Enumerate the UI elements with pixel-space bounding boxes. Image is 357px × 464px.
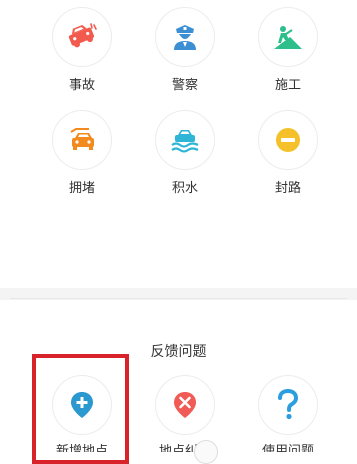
traffic-item-waterlogging[interactable]: 积水 <box>133 110 237 197</box>
traffic-item-label: 警察 <box>171 78 198 93</box>
road-closed-icon <box>276 128 300 152</box>
traffic-item-label: 事故 <box>68 78 95 93</box>
accident-icon-button[interactable] <box>52 7 112 67</box>
feedback-item-location-error[interactable]: 地点纠错 <box>133 375 237 452</box>
traffic-item-road-closed[interactable]: 封路 <box>236 110 340 197</box>
feedback-item-usage-question[interactable]: 使用问题 <box>236 375 340 452</box>
accident-car-icon <box>68 23 97 48</box>
question-icon-button[interactable] <box>258 375 318 435</box>
traffic-item-label: 拥堵 <box>68 181 95 196</box>
location-error-icon-button[interactable] <box>155 375 215 435</box>
traffic-item-label: 施工 <box>274 78 301 93</box>
feedback-item-label: 使用问题 <box>261 444 314 452</box>
waterlogging-car-icon <box>171 130 199 153</box>
traffic-item-construction[interactable]: 施工 <box>236 7 340 94</box>
congestion-car-icon <box>70 128 94 150</box>
highlight-box <box>32 354 129 464</box>
question-icon <box>278 389 299 420</box>
section-divider <box>0 288 357 300</box>
road-closed-icon-button[interactable] <box>258 110 318 170</box>
floating-assistive-button[interactable] <box>194 440 218 464</box>
traffic-item-police[interactable]: 警察 <box>133 7 237 94</box>
traffic-item-label: 积水 <box>171 181 198 196</box>
location-error-icon <box>174 392 196 418</box>
police-icon <box>174 25 196 50</box>
construction-icon <box>274 26 302 49</box>
construction-icon-button[interactable] <box>258 7 318 67</box>
traffic-item-accident[interactable]: 事故 <box>30 7 134 94</box>
congestion-icon-button[interactable] <box>52 110 112 170</box>
police-icon-button[interactable] <box>155 7 215 67</box>
traffic-item-congestion[interactable]: 拥堵 <box>30 110 134 197</box>
traffic-item-label: 封路 <box>274 181 301 196</box>
waterlogging-icon-button[interactable] <box>155 110 215 170</box>
